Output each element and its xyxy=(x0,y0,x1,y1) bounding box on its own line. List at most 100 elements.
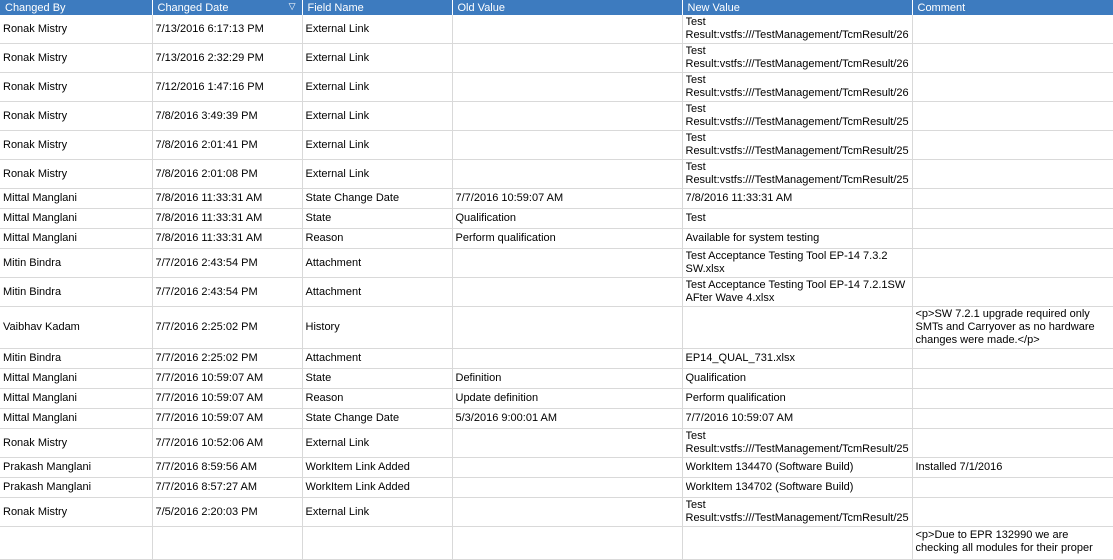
new-value-line-2: Result:vstfs:///TestManagement/TcmResult… xyxy=(685,145,909,157)
table-row[interactable]: Mittal Manglani 7/7/2016 10:59:07 AM Reaso… xyxy=(0,388,1113,409)
field-name-cell: History xyxy=(302,306,453,349)
comment-cell xyxy=(912,15,1113,44)
changed-date-cell: 7/8/2016 11:33:31 AM xyxy=(152,228,303,249)
table-row[interactable]: <p>Due to EPR 132990 we are checking all… xyxy=(0,526,1113,560)
changed-date-cell: 7/7/2016 10:52:06 AM xyxy=(152,428,303,458)
table-row[interactable]: Mitin Bindra 7/7/2016 2:25:02 PM Attachmen… xyxy=(0,348,1113,369)
table-row[interactable]: Mitin Bindra 7/7/2016 2:43:54 PM Attachmen… xyxy=(0,248,1113,278)
table-row[interactable]: Mitin Bindra 7/7/2016 2:43:54 PM Attachmen… xyxy=(0,277,1113,307)
changed-date-cell: 7/7/2016 2:25:02 PM xyxy=(152,348,303,369)
changed-date-cell: 7/7/2016 10:59:07 AM xyxy=(152,368,303,389)
field-name-cell: State Change Date xyxy=(302,188,453,209)
changed-by-cell: Ronak Mistry xyxy=(0,428,153,458)
table-row[interactable]: Ronak Mistry 7/8/2016 2:01:08 PM External … xyxy=(0,159,1113,189)
field-name-cell: WorkItem Link Added xyxy=(302,477,453,498)
old-value-cell xyxy=(452,101,683,131)
old-value-cell: Perform qualification xyxy=(452,228,683,249)
changed-by-cell: Ronak Mistry xyxy=(0,130,153,160)
changed-by-cell: Mitin Bindra xyxy=(0,348,153,369)
field-name-cell: Reason xyxy=(302,388,453,409)
old-value-cell xyxy=(452,526,683,560)
table-row[interactable]: Prakash Manglani 7/7/2016 8:57:27 AM WorkI… xyxy=(0,477,1113,498)
new-value-cell xyxy=(682,526,913,560)
changed-by-cell: Ronak Mistry xyxy=(0,43,153,73)
col-header-comment[interactable]: Comment xyxy=(912,0,1113,15)
changed-by-cell: Vaibhav Kadam xyxy=(0,306,153,349)
new-value-line-1: Qualification xyxy=(685,372,747,384)
field-name-cell xyxy=(302,526,453,560)
table-row[interactable]: Mittal Manglani 7/7/2016 10:59:07 AM State… xyxy=(0,368,1113,389)
new-value-line-1: Test xyxy=(685,45,706,57)
table-row[interactable]: Ronak Mistry 7/13/2016 2:32:29 PM External… xyxy=(0,43,1113,73)
table-row[interactable]: Ronak Mistry 7/5/2016 2:20:03 PM External … xyxy=(0,497,1113,527)
table-row[interactable]: Mittal Manglani 7/8/2016 11:33:31 AM State… xyxy=(0,188,1113,209)
old-value-cell xyxy=(452,457,683,478)
new-value-line-1: Test xyxy=(685,430,706,442)
new-value-cell: 7/7/2016 10:59:07 AM xyxy=(682,408,913,429)
table-row[interactable]: Ronak Mistry 7/12/2016 1:47:16 PM External… xyxy=(0,72,1113,102)
changed-by-cell: Mittal Manglani xyxy=(0,368,153,389)
new-value-line-1: WorkItem 134702 (Software Build) xyxy=(685,481,854,493)
col-header-changed-date[interactable]: Changed Date ▽ xyxy=(152,0,303,15)
changed-date-cell: 7/8/2016 2:01:41 PM xyxy=(152,130,303,160)
changed-date-cell: 7/8/2016 2:01:08 PM xyxy=(152,159,303,189)
new-value-line-1: Test xyxy=(685,74,706,86)
new-value-line-2: Result:vstfs:///TestManagement/TcmResult… xyxy=(685,512,909,524)
field-name-cell: State xyxy=(302,368,453,389)
comment-cell: Installed 7/1/2016 xyxy=(912,457,1113,478)
changed-date-cell: 7/13/2016 6:17:13 PM xyxy=(152,15,303,44)
table-row[interactable]: Ronak Mistry 7/8/2016 2:01:41 PM External … xyxy=(0,130,1113,160)
field-name-cell: External Link xyxy=(302,72,453,102)
old-value-cell xyxy=(452,497,683,527)
field-name-cell: External Link xyxy=(302,101,453,131)
old-value-cell xyxy=(452,277,683,307)
new-value-line-1: WorkItem 134470 (Software Build) xyxy=(685,461,854,473)
table-row[interactable]: Vaibhav Kadam 7/7/2016 2:25:02 PM History <… xyxy=(0,306,1113,349)
changed-date-cell: 7/7/2016 8:59:56 AM xyxy=(152,457,303,478)
col-header-changed-by[interactable]: Changed By xyxy=(0,0,153,15)
new-value-cell xyxy=(682,306,913,349)
comment-cell xyxy=(912,277,1113,307)
new-value-line-1: 7/8/2016 11:33:31 AM xyxy=(685,192,793,204)
comment-cell xyxy=(912,43,1113,73)
changed-by-cell: Prakash Manglani xyxy=(0,477,153,498)
new-value-line-2: SW.xlsx xyxy=(685,263,725,275)
old-value-cell xyxy=(452,477,683,498)
changed-by-cell: Ronak Mistry xyxy=(0,497,153,527)
changed-date-cell: 7/7/2016 10:59:07 AM xyxy=(152,388,303,409)
comment-cell xyxy=(912,348,1113,369)
new-value-cell: Test Result:vstfs:///TestManagement/TcmRe… xyxy=(682,130,913,160)
col-header-old-value[interactable]: Old Value xyxy=(452,0,683,15)
table-row[interactable]: Ronak Mistry 7/8/2016 3:49:39 PM External … xyxy=(0,101,1113,131)
new-value-cell: Test Acceptance Testing Tool EP-14 7.2.1… xyxy=(682,277,913,307)
table-row[interactable]: Mittal Manglani 7/7/2016 10:59:07 AM State… xyxy=(0,408,1113,429)
field-name-cell: State Change Date xyxy=(302,408,453,429)
changed-by-cell: Mittal Manglani xyxy=(0,228,153,249)
comment-cell xyxy=(912,208,1113,229)
new-value-line-1: Test Acceptance Testing Tool EP-14 7.3.2 xyxy=(685,250,888,262)
header-row: Changed By Changed Date ▽ Field Name Old … xyxy=(0,0,1113,15)
table-row[interactable]: Prakash Manglani 7/7/2016 8:59:56 AM WorkI… xyxy=(0,457,1113,478)
table-row[interactable]: Mittal Manglani 7/8/2016 11:33:31 AM State… xyxy=(0,208,1113,229)
changed-by-cell: Mittal Manglani xyxy=(0,188,153,209)
new-value-line-1: Test xyxy=(685,212,706,224)
comment-cell xyxy=(912,428,1113,458)
col-header-field-name[interactable]: Field Name xyxy=(302,0,453,15)
table-row[interactable]: Ronak Mistry 7/13/2016 6:17:13 PM External… xyxy=(0,15,1113,44)
new-value-cell: Available for system testing xyxy=(682,228,913,249)
new-value-line-1: 7/7/2016 10:59:07 AM xyxy=(685,412,794,424)
changed-date-cell: 7/8/2016 11:33:31 AM xyxy=(152,188,303,209)
new-value-cell: Test Acceptance Testing Tool EP-14 7.3.2… xyxy=(682,248,913,278)
new-value-cell: Test Result:vstfs:///TestManagement/TcmRe… xyxy=(682,497,913,527)
field-name-cell: External Link xyxy=(302,130,453,160)
changed-date-cell: 7/7/2016 10:59:07 AM xyxy=(152,408,303,429)
sort-descending-icon: ▽ xyxy=(288,1,296,11)
changed-date-cell: 7/7/2016 2:43:54 PM xyxy=(152,277,303,307)
new-value-cell: Test Result:vstfs:///TestManagement/TcmRe… xyxy=(682,72,913,102)
changed-date-cell: 7/12/2016 1:47:16 PM xyxy=(152,72,303,102)
table-row[interactable]: Ronak Mistry 7/7/2016 10:52:06 AM External… xyxy=(0,428,1113,458)
field-name-cell: Reason xyxy=(302,228,453,249)
col-header-new-value[interactable]: New Value xyxy=(682,0,913,15)
new-value-cell: Test Result:vstfs:///TestManagement/TcmRe… xyxy=(682,101,913,131)
table-row[interactable]: Mittal Manglani 7/8/2016 11:33:31 AM Reaso… xyxy=(0,228,1113,249)
